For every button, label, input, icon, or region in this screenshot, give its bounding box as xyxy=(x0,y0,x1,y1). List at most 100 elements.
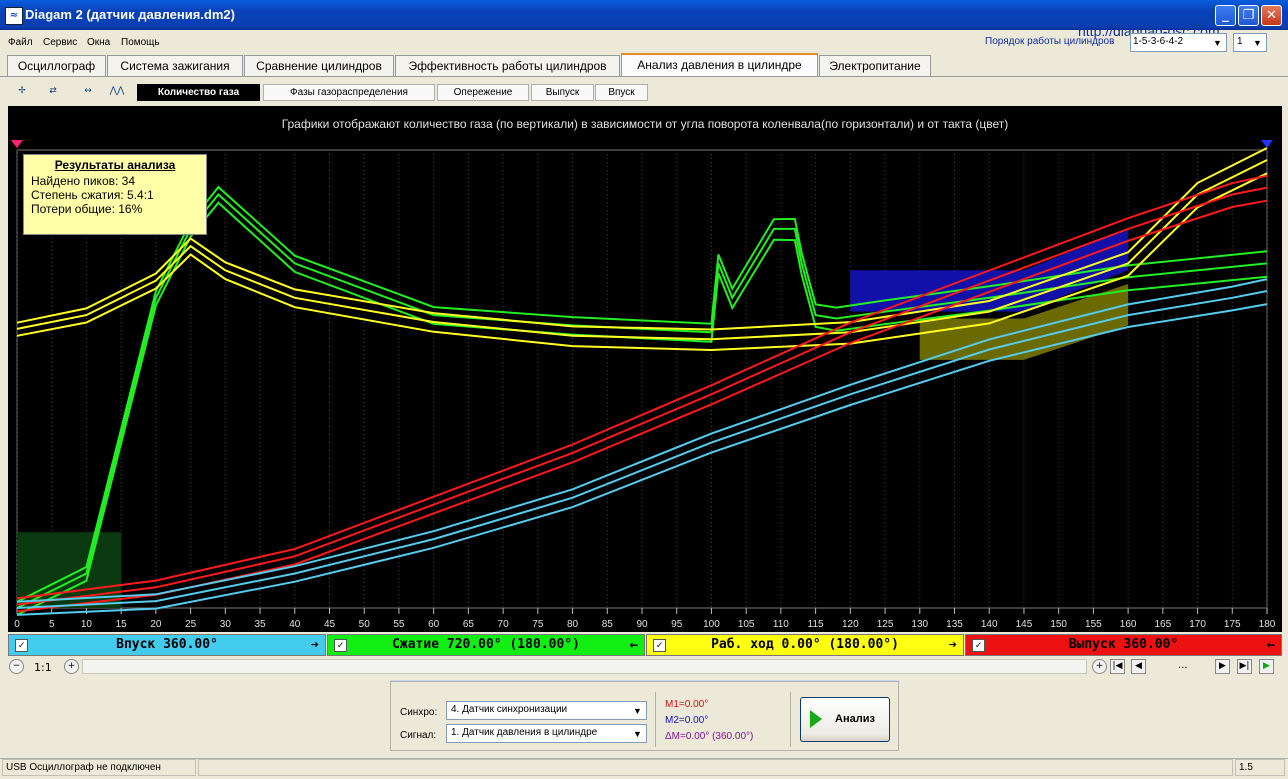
1234-icon[interactable]: ⇄ xyxy=(41,80,65,102)
chart-title: Графики отображают количество газа (по в… xyxy=(282,117,1009,131)
app-icon[interactable]: ≈ xyxy=(5,7,23,25)
subtab-1[interactable]: Фазы газораспределения xyxy=(263,84,435,101)
arrow-icon[interactable]: ← xyxy=(1267,635,1275,655)
peaks-icon[interactable]: ⋀⋀ xyxy=(105,80,129,102)
tick-label: 0 xyxy=(14,619,20,630)
marker-m2-icon xyxy=(1261,140,1273,148)
arrow-icon[interactable]: ➔ xyxy=(949,635,957,655)
horizontal-scrollbar[interactable] xyxy=(82,659,1087,674)
phase-bar-1[interactable]: ✓ Сжатие 720.00° (180.00°) ← xyxy=(327,634,645,656)
scroll-dots: ... xyxy=(1178,660,1188,671)
tick-label: 10 xyxy=(81,619,93,630)
menu-item-1[interactable]: Сервис xyxy=(43,37,77,48)
tick-label: 15 xyxy=(116,619,128,630)
subtab-2[interactable]: Опережение xyxy=(437,84,529,101)
window-title: Diagam 2 (датчик давления.dm2) xyxy=(25,7,235,22)
restore-button[interactable]: ❐ xyxy=(1238,5,1259,26)
tab-5[interactable]: Электропитание xyxy=(819,55,931,76)
phase-label: Впуск 360.00° xyxy=(116,637,218,652)
tick-label: 35 xyxy=(254,619,266,630)
phase-bar-0[interactable]: ✓ Впуск 360.00° ➔ xyxy=(8,634,326,656)
phase-bar-3[interactable]: ✓ Выпуск 360.00° ← xyxy=(965,634,1282,656)
menu-item-2[interactable]: Окна xyxy=(87,37,110,48)
phase-label: Сжатие 720.00° (180.00°) xyxy=(392,637,580,652)
tab-separator xyxy=(0,76,1288,77)
tick-label: 100 xyxy=(703,619,720,630)
tab-4[interactable]: Анализ давления в цилиндре xyxy=(621,53,818,76)
tick-label: 20 xyxy=(150,619,162,630)
usb-status: USB Осциллограф не подключен xyxy=(2,759,196,776)
tick-label: 60 xyxy=(428,619,440,630)
play-icon xyxy=(810,710,822,728)
tick-label: 55 xyxy=(393,619,405,630)
menu-item-0[interactable]: Файл xyxy=(8,37,33,48)
menu-item-3[interactable]: Помощь xyxy=(121,37,160,48)
tick-label: 30 xyxy=(220,619,232,630)
tick-label: 140 xyxy=(981,619,998,630)
phase-checkbox[interactable]: ✓ xyxy=(15,639,28,652)
zoom-in-button[interactable]: + xyxy=(64,659,79,674)
tick-label: 165 xyxy=(1154,619,1171,630)
results-compression: Степень сжатия: 5.4:1 xyxy=(31,188,154,202)
tick-label: 155 xyxy=(1085,619,1102,630)
chevron-down-icon: ▼ xyxy=(633,729,642,739)
tab-0[interactable]: Осциллограф xyxy=(7,55,106,76)
results-losses: Потери общие: 16% xyxy=(31,202,143,216)
signal-label: Сигнал: xyxy=(400,730,437,741)
tick-label: 120 xyxy=(842,619,859,630)
cylinder-order-label: Порядок работы цилиндров xyxy=(985,36,1115,47)
crosshair-icon[interactable]: ✢ xyxy=(10,80,34,102)
analysis-results-box: Результаты анализа Найдено пиков: 34 Сте… xyxy=(23,154,207,235)
phase-checkbox[interactable]: ✓ xyxy=(653,639,666,652)
phase-label: Раб. ход 0.00° (180.00°) xyxy=(711,637,899,652)
phase-checkbox[interactable]: ✓ xyxy=(334,639,347,652)
cylinder-order-value: 1-5-3-6-4-2 xyxy=(1133,36,1184,47)
tick-label: 80 xyxy=(567,619,579,630)
close-button[interactable]: ✕ xyxy=(1261,5,1282,26)
chevron-down-icon: ▼ xyxy=(1213,38,1222,48)
tick-label: 25 xyxy=(185,619,197,630)
tick-label: 75 xyxy=(532,619,544,630)
tick-label: 170 xyxy=(1189,619,1206,630)
tick-label: 90 xyxy=(636,619,648,630)
phase-bar-2[interactable]: ✓ Раб. ход 0.00° (180.00°) ➔ xyxy=(646,634,964,656)
subtab-4[interactable]: Впуск xyxy=(595,84,648,101)
tick-label: 135 xyxy=(946,619,963,630)
results-peaks: Найдено пиков: 34 xyxy=(31,174,136,188)
analyze-label: Анализ xyxy=(835,713,875,725)
tick-label: 180 xyxy=(1259,619,1276,630)
last-button[interactable]: ▶| xyxy=(1237,659,1252,674)
cylinder-order-select[interactable]: 1-5-3-6-4-2 ▼ xyxy=(1130,33,1227,52)
tick-label: 175 xyxy=(1224,619,1241,630)
zoom-out-button[interactable]: − xyxy=(9,659,24,674)
results-title: Результаты анализа xyxy=(54,158,176,172)
signal-value: 1. Датчик давления в цилиндре xyxy=(451,727,598,738)
tick-label: 45 xyxy=(324,619,336,630)
sync-select[interactable]: 4. Датчик синхронизации ▼ xyxy=(446,701,647,720)
marker-m2: M2=0.00° xyxy=(665,715,709,726)
phase-label: Выпуск 360.00° xyxy=(1068,637,1179,652)
subtab-0[interactable]: Количество газа xyxy=(137,84,260,101)
arrow-icon[interactable]: ← xyxy=(630,635,638,655)
arrow-icon[interactable]: ➔ xyxy=(311,635,319,655)
tab-2[interactable]: Сравнение цилиндров xyxy=(244,55,394,76)
phase-checkbox[interactable]: ✓ xyxy=(972,639,985,652)
tick-label: 40 xyxy=(289,619,301,630)
panel-divider xyxy=(655,692,656,747)
cylinder-select[interactable]: 1 ▼ xyxy=(1233,33,1267,52)
tab-3[interactable]: Эффективность работы цилиндров xyxy=(395,55,620,76)
zoom-in-button-right[interactable]: + xyxy=(1092,659,1107,674)
prev-button[interactable]: ◀ xyxy=(1131,659,1146,674)
tab-1[interactable]: Система зажигания xyxy=(107,55,243,76)
signal-select[interactable]: 1. Датчик давления в цилиндре ▼ xyxy=(446,724,647,743)
play-button[interactable]: ▶ xyxy=(1259,659,1274,674)
next-button[interactable]: ▶ xyxy=(1215,659,1230,674)
tick-label: 105 xyxy=(738,619,755,630)
version-status: 1.5 xyxy=(1235,759,1285,776)
tick-label: 110 xyxy=(773,619,789,630)
first-button[interactable]: |◀ xyxy=(1110,659,1125,674)
tick-label: 130 xyxy=(911,619,928,630)
analyze-button[interactable]: Анализ xyxy=(800,697,890,742)
subtab-3[interactable]: Выпуск xyxy=(531,84,594,101)
auto-icon[interactable]: ↔ xyxy=(76,80,100,102)
